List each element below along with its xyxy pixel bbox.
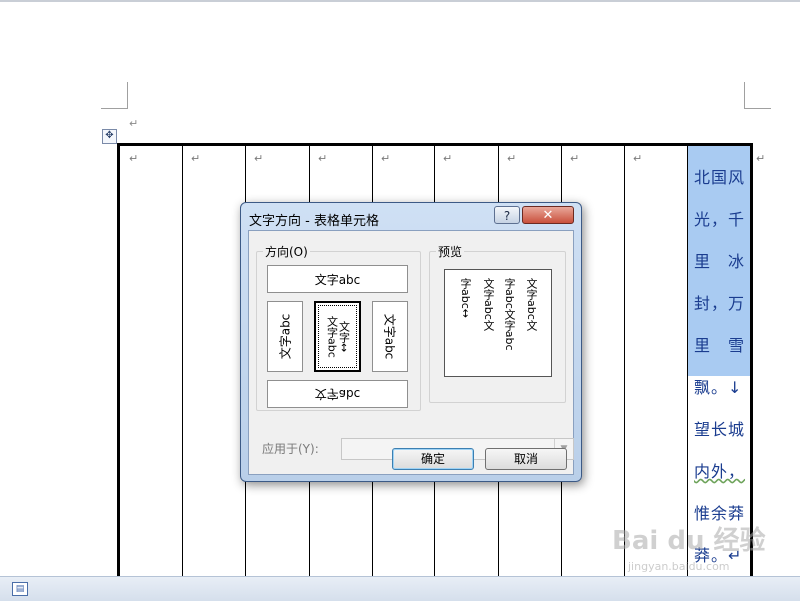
preview-column: 字abc文字abc xyxy=(503,278,516,351)
orientation-rotate-right-label: 文字abc xyxy=(382,313,397,360)
preview-column: 字abc↔ xyxy=(459,278,472,318)
document-view-icon[interactable]: ▤ xyxy=(12,582,28,596)
preview-column: 文字abc文 xyxy=(525,278,538,331)
cell-text-line: 光，千 xyxy=(694,210,746,229)
orientation-group-label: 方向(O) xyxy=(263,243,310,260)
cell-end-mark[interactable]: ↵ xyxy=(318,152,327,165)
orientation-upside-down-label: 文字abc xyxy=(314,386,361,401)
orientation-rotate-left-label: 文字abc xyxy=(278,313,293,360)
status-bar: ▤ xyxy=(0,576,800,601)
cell-text-line: 望长城 xyxy=(694,420,746,439)
page-margin-corner-top-right xyxy=(744,82,771,109)
cell-text-line: 里 冰 xyxy=(694,252,746,271)
cell-end-mark[interactable]: ↵ xyxy=(191,152,200,165)
orientation-rotate-right-button[interactable]: 文字abc xyxy=(372,301,408,372)
cell-text-line: 里 雪 xyxy=(694,336,746,355)
orientation-group: 方向(O) 文字abc 文字abc 文字abc 文字↔ 文字abc 文字abc xyxy=(256,243,421,411)
cell-end-mark[interactable]: ↵ xyxy=(507,152,516,165)
cell-end-mark[interactable]: ↵ xyxy=(633,152,642,165)
preview-column: 文字abc文 xyxy=(482,278,495,331)
dialog-title: 文字方向 - 表格单元格 xyxy=(249,214,379,229)
window-top-border xyxy=(0,0,800,2)
dialog-body: 方向(O) 文字abc 文字abc 文字abc 文字↔ 文字abc 文字abc … xyxy=(248,230,574,475)
baidu-watermark-logo: Bai du 经验 xyxy=(612,526,766,556)
orientation-horizontal-button[interactable]: 文字abc xyxy=(267,265,408,293)
table-column-border xyxy=(182,146,183,586)
help-button[interactable]: ? xyxy=(494,206,520,224)
cell-end-mark[interactable]: ↵ xyxy=(570,152,579,165)
orientation-vertical-col2: 文字↔ xyxy=(337,320,351,353)
orientation-upside-down-button[interactable]: 文字abc xyxy=(267,380,408,408)
text-direction-dialog: 文字方向 - 表格单元格 ? ✕ 方向(O) 文字abc 文字abc 文字abc… xyxy=(240,202,582,482)
page-margin-corner-top-left xyxy=(101,82,128,109)
cell-text-line: 封，万 xyxy=(694,294,746,313)
preview-group: 预览 文字abc文 字abc文字abc 文字abc文 字abc↔ xyxy=(429,243,566,403)
close-button[interactable]: ✕ xyxy=(522,206,574,224)
orientation-vertical-stacked-button[interactable]: 文字abc 文字↔ xyxy=(314,301,361,372)
cancel-button[interactable]: 取消 xyxy=(485,448,567,470)
cell-end-mark[interactable]: ↵ xyxy=(381,152,390,165)
orientation-horizontal-label: 文字abc xyxy=(314,272,361,287)
paragraph-mark: ↵ xyxy=(129,117,139,130)
orientation-rotate-left-button[interactable]: 文字abc xyxy=(267,301,303,372)
orientation-vertical-col1: 文字abc xyxy=(325,315,339,358)
table-move-handle-icon[interactable]: ✥ xyxy=(102,129,117,144)
apply-to-label: 应用于(Y): xyxy=(262,442,319,456)
cell-end-mark[interactable]: ↵ xyxy=(254,152,263,165)
cell-text-line: 内外， xyxy=(694,462,746,481)
preview-group-label: 预览 xyxy=(436,243,465,260)
cell-end-mark[interactable]: ↵ xyxy=(129,152,138,165)
cell-text-line: 北国风 xyxy=(694,168,746,187)
row-end-mark: ↵ xyxy=(756,152,766,165)
cell-text-line: 飘。↓ xyxy=(694,378,743,397)
preview-box: 文字abc文 字abc文字abc 文字abc文 字abc↔ xyxy=(444,269,552,377)
cell-end-mark[interactable]: ↵ xyxy=(443,152,452,165)
baidu-watermark-url: jingyan.baidu.com xyxy=(628,560,730,573)
ok-button[interactable]: 确定 xyxy=(392,448,474,470)
